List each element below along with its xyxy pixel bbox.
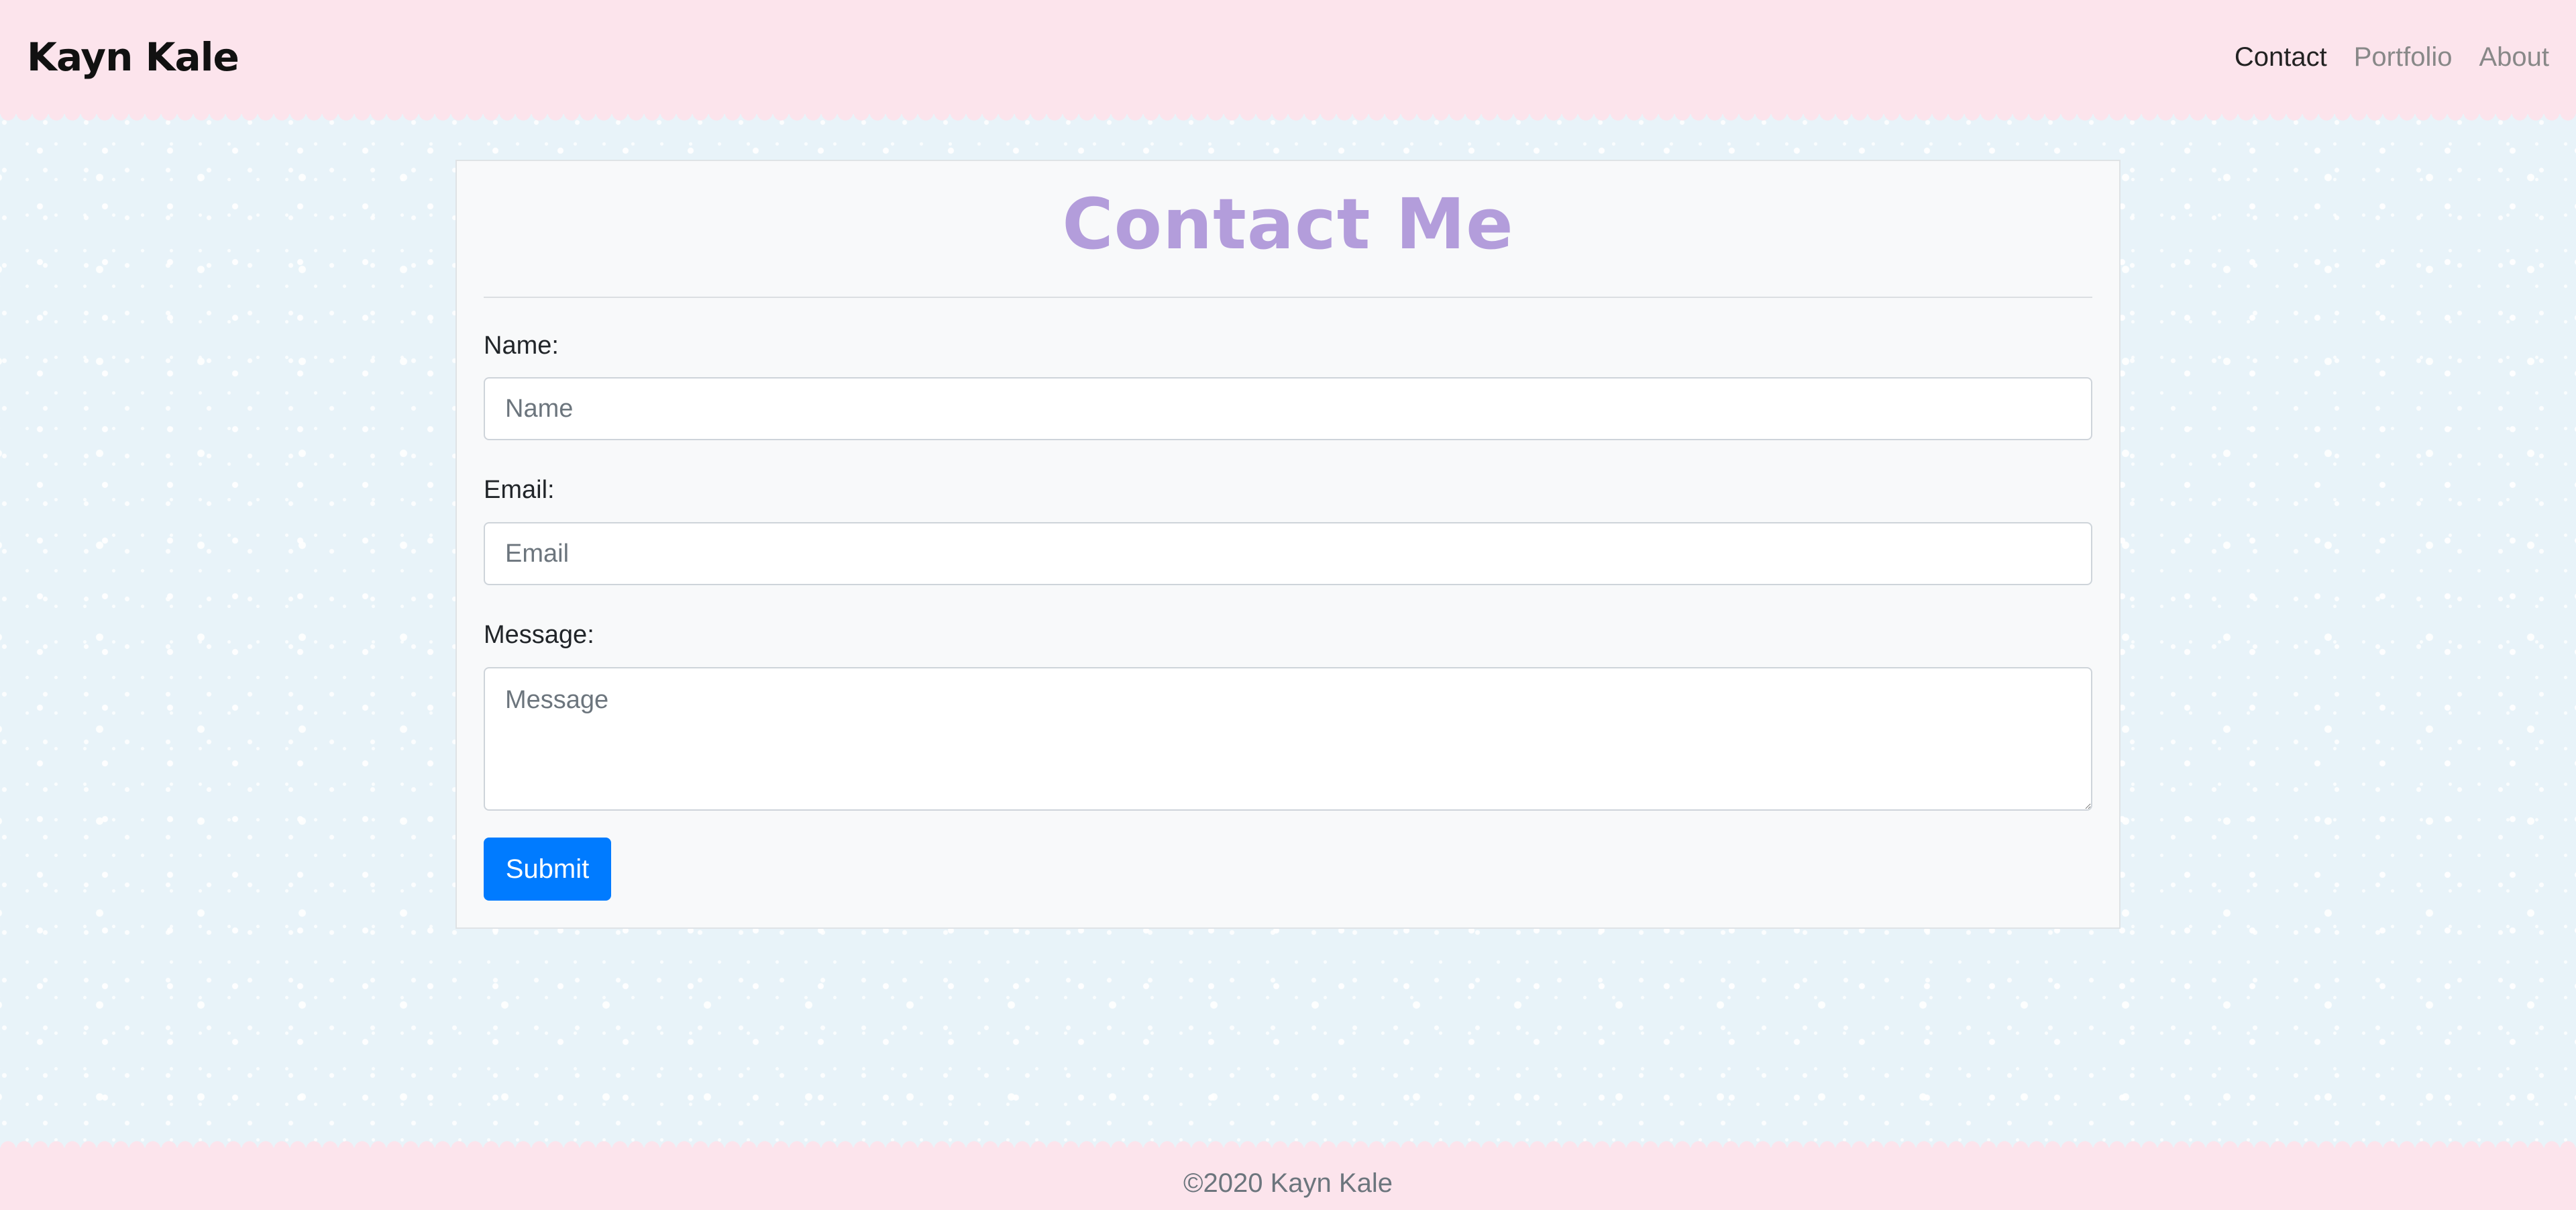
copyright-text: ©2020 Kayn Kale [1183,1168,1393,1198]
email-input[interactable] [484,522,2092,585]
message-label: Message: [484,621,594,649]
nav-link-about[interactable]: About [2479,42,2549,72]
page-title: Contact Me [1062,183,1514,265]
name-input[interactable] [484,377,2092,440]
site-footer: ©2020 Kayn Kale [0,1138,2576,1210]
email-label: Email: [484,476,555,504]
message-textarea[interactable] [484,667,2092,811]
name-label: Name: [484,332,559,360]
nav-link-portfolio[interactable]: Portfolio [2354,42,2453,72]
contact-card: Contact Me Name: Email: Message: Submit [455,160,2121,929]
main-nav: Contact Portfolio About [2235,42,2549,72]
title-divider [484,297,2092,298]
nav-link-contact[interactable]: Contact [2235,42,2327,72]
submit-button[interactable]: Submit [484,838,611,901]
site-header: Kayn Kale Contact Portfolio About [0,0,2576,123]
brand-logo[interactable]: Kayn Kale [27,34,239,80]
